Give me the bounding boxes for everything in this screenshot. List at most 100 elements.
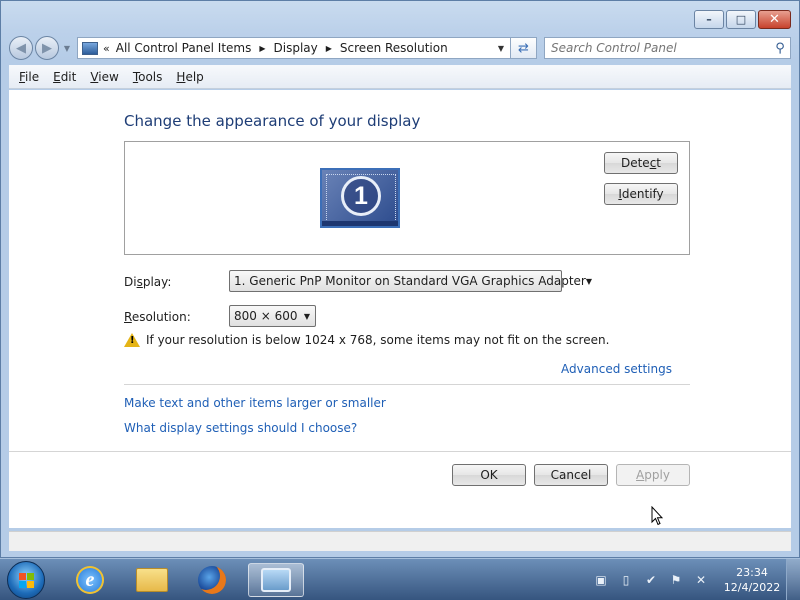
minimize-icon: –	[706, 13, 712, 26]
apply-button[interactable]: Apply	[616, 464, 690, 486]
screen-resolution-window: – □ ✕ ◀ ▶ ▼ « All Control Panel Items ▶ …	[0, 0, 800, 558]
firefox-icon	[198, 566, 226, 594]
menu-bar: File Edit View Tools Help	[9, 65, 791, 89]
address-dropdown-icon[interactable]: ▼	[492, 44, 510, 53]
close-button[interactable]: ✕	[758, 10, 791, 29]
ok-button[interactable]: OK	[452, 464, 526, 486]
taskbar-internet-explorer[interactable]: e	[62, 563, 118, 597]
display-label: Display:	[124, 275, 171, 289]
battery-icon[interactable]: ▯	[618, 572, 634, 588]
notification-area: ▣ ▯ ✔ ⚑ ✕ 23:34 12/4/2022	[593, 559, 800, 600]
warning-icon: !	[124, 333, 140, 347]
menu-view-rest: iew	[98, 69, 119, 84]
apply-label-b: pply	[644, 468, 670, 482]
detect-label-b: t	[656, 156, 662, 170]
text-size-link[interactable]: Make text and other items larger or smal…	[124, 396, 386, 410]
maximize-button[interactable]: □	[726, 10, 756, 29]
breadcrumb-separator-icon[interactable]: ▶	[326, 44, 332, 53]
status-bar	[9, 531, 791, 551]
breadcrumb-separator-icon[interactable]: ▶	[259, 44, 265, 53]
menu-file-rest: ile	[25, 69, 40, 84]
control-panel-icon	[261, 568, 291, 592]
resolution-label-b: esolution:	[131, 310, 191, 324]
breadcrumb-display[interactable]: Display	[274, 41, 318, 55]
menu-tools-rest: ools	[138, 69, 163, 84]
apply-label-accel: A	[636, 468, 645, 482]
footer-divider	[9, 451, 791, 452]
resolution-warning: ! If your resolution is below 1024 x 768…	[124, 333, 609, 347]
search-box[interactable]: ⚲	[544, 37, 791, 59]
monitor-taskbar-mini	[322, 221, 398, 226]
monitor-number-badge: 1	[341, 176, 381, 216]
clock-time: 23:34	[736, 566, 768, 579]
detect-label-a: Dete	[620, 156, 650, 170]
chevron-down-icon: ▼	[63, 43, 71, 53]
taskbar: e ▣ ▯ ✔ ⚑ ✕ 23:34 12/4/2022	[0, 558, 800, 600]
start-button[interactable]	[7, 561, 45, 599]
maximize-icon: □	[735, 13, 747, 26]
action-center-flag-icon[interactable]: ⚑	[668, 572, 684, 588]
menu-help-rest: elp	[185, 69, 204, 84]
refresh-icon: ⇄	[518, 40, 529, 56]
chevron-down-icon: ▼	[303, 311, 311, 321]
refresh-button[interactable]: ⇄	[511, 37, 537, 59]
control-panel-icon	[82, 41, 98, 55]
taskbar-control-panel[interactable]	[248, 563, 304, 597]
monitor-preview-area: 1 Dete c t Identify	[124, 141, 690, 255]
identify-label-b: dentify	[621, 187, 664, 201]
address-bar[interactable]: « All Control Panel Items ▶ Display ▶ Sc…	[77, 37, 511, 59]
clock[interactable]: 23:34 12/4/2022	[718, 565, 786, 595]
resolution-label: Resolution:	[124, 310, 191, 324]
menu-tools[interactable]: Tools	[133, 70, 163, 84]
forward-arrow-icon: ▶	[42, 40, 52, 56]
security-icon[interactable]: ✔	[643, 572, 659, 588]
breadcrumb-screen-resolution[interactable]: Screen Resolution	[340, 41, 448, 55]
resolution-label-accel: R	[124, 310, 132, 324]
display-settings-help-link[interactable]: What display settings should I choose?	[124, 421, 357, 435]
windows-explorer-icon	[136, 568, 168, 592]
chevron-down-icon: ▼	[585, 276, 592, 286]
caption-buttons: – □ ✕	[694, 10, 791, 29]
back-button[interactable]: ◀	[9, 36, 33, 60]
menu-edit[interactable]: Edit	[53, 70, 76, 84]
internet-explorer-icon: e	[76, 566, 104, 594]
menu-edit-rest: dit	[60, 69, 77, 84]
display-select[interactable]: 1. Generic PnP Monitor on Standard VGA G…	[229, 270, 592, 292]
detect-label-accel: c	[649, 156, 657, 170]
minimize-button[interactable]: –	[694, 10, 724, 29]
monitor-1-thumbnail[interactable]: 1	[320, 168, 400, 228]
network-icon[interactable]: ▣	[593, 572, 609, 588]
menu-view[interactable]: View	[90, 70, 118, 84]
navigation-bar: ◀ ▶ ▼ « All Control Panel Items ▶ Displa…	[9, 35, 791, 61]
menu-help[interactable]: Help	[176, 70, 203, 84]
identify-button[interactable]: Identify	[604, 183, 678, 205]
taskbar-windows-explorer[interactable]	[124, 563, 180, 597]
cancel-button[interactable]: Cancel	[534, 464, 608, 486]
menu-file[interactable]: File	[19, 70, 39, 84]
windows-logo-icon	[19, 573, 35, 589]
clock-date: 12/4/2022	[723, 581, 781, 594]
back-arrow-icon: ◀	[16, 40, 26, 56]
section-divider	[124, 384, 690, 385]
display-select-value: 1. Generic PnP Monitor on Standard VGA G…	[234, 274, 586, 288]
resolution-select[interactable]: 800 × 600 ▼	[229, 305, 316, 327]
resolution-select-value: 800 × 600	[234, 309, 298, 323]
breadcrumb-overflow[interactable]: «	[103, 42, 110, 55]
search-icon[interactable]: ⚲	[770, 41, 790, 56]
warning-text: If your resolution is below 1024 x 768, …	[146, 333, 610, 347]
menu-edit-accel: E	[53, 69, 61, 84]
search-input[interactable]	[551, 41, 770, 55]
show-desktop-button[interactable]	[786, 559, 800, 600]
mouse-cursor-icon	[651, 506, 663, 526]
advanced-settings-link[interactable]: Advanced settings	[561, 362, 672, 376]
page-title: Change the appearance of your display	[124, 112, 421, 130]
forward-button[interactable]: ▶	[35, 36, 59, 60]
display-label-a: Di	[124, 275, 137, 289]
content-pane: Change the appearance of your display 1 …	[9, 90, 791, 528]
taskbar-firefox[interactable]	[184, 563, 240, 597]
detect-button[interactable]: Dete c t	[604, 152, 678, 174]
breadcrumb-all-control-panel-items[interactable]: All Control Panel Items	[116, 41, 252, 55]
close-icon: ✕	[769, 12, 780, 27]
recent-pages-dropdown[interactable]: ▼	[61, 44, 73, 53]
volume-muted-icon[interactable]: ✕	[693, 572, 709, 588]
